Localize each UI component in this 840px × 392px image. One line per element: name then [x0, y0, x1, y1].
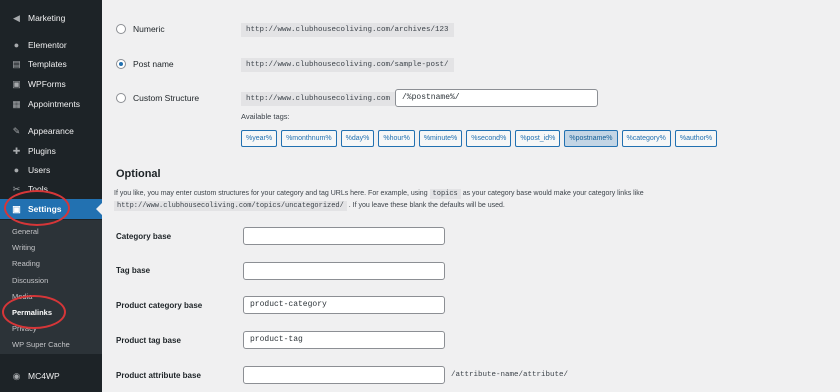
menu-plugins[interactable]: ✚ Plugins: [0, 141, 102, 161]
menu-label: Settings: [28, 204, 62, 214]
mc4wp-icon: ◉: [12, 370, 21, 381]
user-icon: ●: [13, 165, 20, 175]
attribute-suffix: /attribute-name/attribute/: [451, 371, 569, 379]
desc-text: as your category base would make your ca…: [462, 190, 644, 197]
menu-elementor[interactable]: ● Elementor: [0, 35, 102, 55]
submenu-permalinks[interactable]: Permalinks: [12, 308, 52, 317]
menu-tools[interactable]: ✂ Tools: [0, 179, 102, 199]
tag-button[interactable]: %post_id%: [515, 130, 561, 147]
admin-sidebar: ◀ Marketing ● Elementor ▤ Templates ▣ WPForm…: [0, 0, 102, 392]
form-icon: ▣: [12, 78, 21, 89]
submenu-discussion[interactable]: Discussion: [12, 276, 48, 285]
menu-mc4wp[interactable]: ◉ MC4WP: [0, 366, 102, 386]
menu-users[interactable]: ● Users: [0, 160, 102, 180]
option-custom[interactable]: Custom Structure: [116, 93, 199, 103]
submenu-writing[interactable]: Writing: [12, 243, 35, 252]
option-numeric[interactable]: Numeric: [116, 24, 165, 34]
option-label: Numeric: [133, 24, 165, 34]
main-content: Numeric http://www.clubhousecoliving.com…: [102, 0, 840, 392]
option-postname[interactable]: Post name: [116, 59, 174, 69]
product-tag-base-label: Product tag base: [116, 336, 181, 345]
menu-label: Users: [28, 165, 51, 175]
optional-heading: Optional: [116, 168, 161, 180]
desc-text: . If you leave these blank the defaults …: [348, 202, 505, 209]
menu-label: Appointments: [28, 99, 80, 109]
product-category-base-input[interactable]: product-category: [243, 296, 445, 314]
menu-label: Elementor: [28, 40, 67, 50]
category-base-label: Category base: [116, 232, 172, 241]
tag-base-input[interactable]: [243, 262, 445, 280]
postname-example: http://www.clubhousecoliving.com/sample-…: [241, 58, 454, 72]
folder-icon: ▤: [12, 58, 21, 69]
submenu-privacy[interactable]: Privacy: [12, 324, 37, 333]
option-label: Post name: [133, 59, 174, 69]
submenu-reading[interactable]: Reading: [12, 259, 40, 268]
settings-submenu: General Writing Reading Discussion Media…: [0, 220, 102, 354]
tag-button[interactable]: %second%: [466, 130, 512, 147]
tag-button[interactable]: %postname%: [564, 130, 618, 147]
product-attribute-base-input[interactable]: [243, 366, 445, 384]
menu-label: WPForms: [28, 79, 66, 89]
menu-label: Tools: [28, 184, 48, 194]
radio-numeric[interactable]: [116, 24, 126, 34]
menu-label: MC4WP: [28, 371, 60, 381]
menu-templates[interactable]: ▤ Templates: [0, 54, 102, 74]
category-base-input[interactable]: [243, 227, 445, 245]
calendar-icon: ▦: [12, 98, 21, 109]
submenu-media[interactable]: Media: [12, 292, 32, 301]
menu-appointments[interactable]: ▦ Appointments: [0, 94, 102, 114]
optional-description: If you like, you may enter custom struct…: [114, 189, 644, 199]
option-label: Custom Structure: [133, 93, 200, 103]
wrench-icon: ✂: [12, 183, 21, 194]
tag-list: %year% %monthnum% %day% %hour% %minute% …: [241, 130, 718, 147]
radio-custom[interactable]: [116, 93, 126, 103]
product-tag-base-input[interactable]: product-tag: [243, 331, 445, 349]
menu-settings[interactable]: ▣ Settings: [0, 199, 102, 219]
megaphone-icon: ◀: [13, 12, 20, 23]
desc-code: http://www.clubhousecoliving.com/topics/…: [114, 201, 347, 211]
tag-button[interactable]: %category%: [621, 130, 671, 147]
desc-text: If you like, you may enter custom struct…: [114, 190, 428, 197]
tag-base-label: Tag base: [116, 266, 151, 275]
menu-wpforms[interactable]: ▣ WPForms: [0, 74, 102, 94]
product-attribute-base-label: Product attribute base: [116, 371, 201, 380]
radio-postname[interactable]: [116, 59, 126, 69]
submenu-general[interactable]: General: [12, 227, 39, 236]
tag-button[interactable]: %hour%: [378, 130, 415, 147]
menu-label: Appearance: [28, 126, 74, 136]
tag-button[interactable]: %year%: [241, 130, 278, 147]
menu-label: Marketing: [28, 13, 66, 23]
tag-button[interactable]: %minute%: [418, 130, 463, 147]
submenu-wp-super-cache[interactable]: WP Super Cache: [12, 340, 70, 349]
settings-icon: ▣: [12, 203, 21, 214]
menu-label: Plugins: [28, 146, 56, 156]
tag-button[interactable]: %author%: [674, 130, 718, 147]
desc-code: topics: [429, 189, 461, 199]
numeric-example: http://www.clubhousecoliving.com/archive…: [241, 23, 454, 37]
menu-label: Templates: [28, 59, 67, 69]
elementor-icon: ●: [13, 40, 20, 50]
plugin-icon: ✚: [12, 145, 21, 156]
custom-base: http://www.clubhousecoliving.com: [241, 92, 396, 106]
menu-marketing[interactable]: ◀ Marketing: [0, 8, 102, 28]
paintbrush-icon: ✎: [12, 125, 21, 136]
tag-button[interactable]: %monthnum%: [281, 130, 337, 147]
menu-appearance[interactable]: ✎ Appearance: [0, 121, 102, 141]
custom-structure-input[interactable]: /%postname%/: [395, 89, 598, 107]
tag-button[interactable]: %day%: [340, 130, 375, 147]
available-tags-label: Available tags:: [241, 112, 290, 121]
optional-description-line2: http://www.clubhousecoliving.com/topics/…: [114, 201, 505, 211]
product-category-base-label: Product category base: [116, 301, 203, 310]
